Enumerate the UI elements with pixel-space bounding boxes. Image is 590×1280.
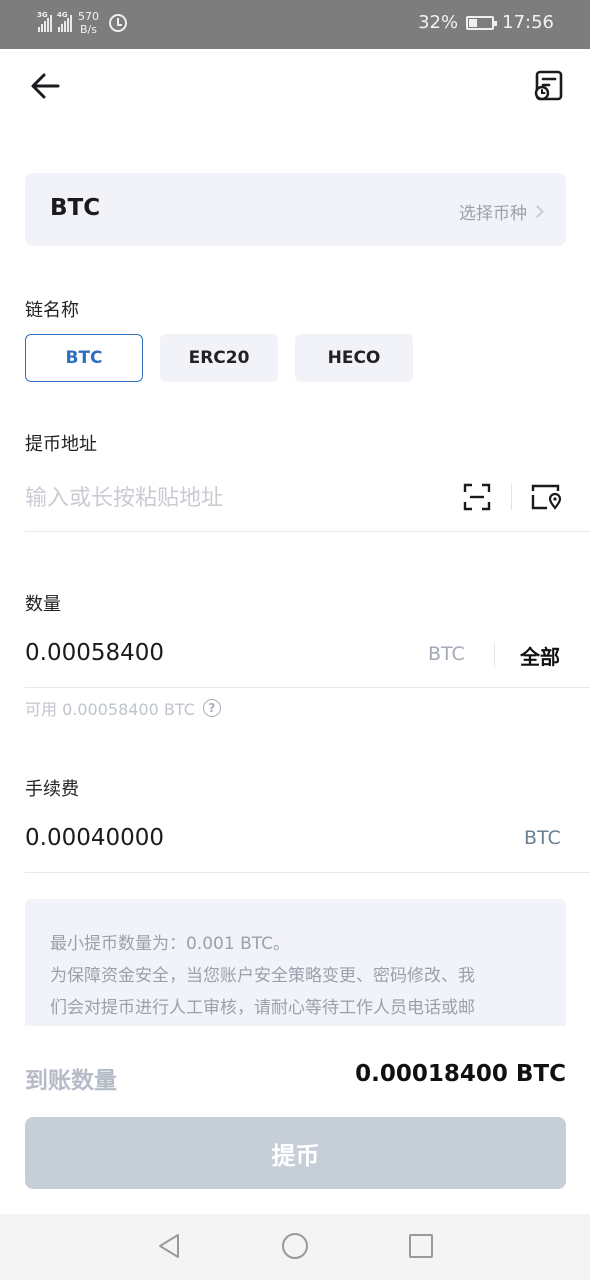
- alarm-icon: [109, 14, 127, 32]
- withdraw-record-icon[interactable]: [528, 66, 568, 106]
- select-coin-label: 选择币种: [459, 204, 527, 224]
- clock-time: 17:56: [502, 12, 554, 33]
- amount-unit: BTC: [428, 643, 465, 665]
- fee-value: 0.00040000: [25, 825, 165, 851]
- available-balance: 可用 0.00058400 BTC ?: [25, 696, 221, 720]
- chain-label: 链名称: [25, 300, 79, 321]
- status-bar: 3G 4G 570 B/s 32% 17:56: [0, 0, 590, 49]
- fee-unit: BTC: [524, 827, 561, 849]
- chain-option-erc20[interactable]: ERC20: [160, 334, 278, 382]
- address-label: 提币地址: [25, 434, 97, 455]
- received-value: 0.00018400 BTC: [355, 1061, 566, 1087]
- network-speed: 570 B/s: [78, 10, 99, 36]
- chain-option-btc[interactable]: BTC: [25, 334, 143, 382]
- status-left: 3G 4G 570 B/s: [37, 10, 127, 36]
- fee-label: 手续费: [25, 779, 79, 800]
- nav-back-icon[interactable]: [156, 1232, 182, 1260]
- speed-value: 570: [78, 10, 99, 23]
- fee-underline: [25, 872, 590, 873]
- received-label: 到账数量: [25, 1068, 117, 1094]
- speed-unit: B/s: [80, 23, 97, 36]
- select-coin-link[interactable]: 选择币种: [459, 199, 544, 224]
- address-divider: [511, 484, 512, 510]
- notice-line: 们会对提币进行人工审核，请耐心等待工作人员电话或邮: [50, 998, 475, 1018]
- address-underline: [25, 531, 590, 532]
- help-icon[interactable]: ?: [202, 699, 221, 717]
- all-button[interactable]: 全部: [520, 641, 560, 670]
- withdraw-button[interactable]: 提币: [25, 1117, 566, 1189]
- notice-line: 最小提币数量为：0.001 BTC。: [50, 934, 290, 954]
- available-text: 可用 0.00058400 BTC: [25, 700, 195, 719]
- coin-name: BTC: [50, 195, 101, 221]
- amount-underline: [25, 687, 590, 688]
- network-type-1: 3G: [37, 11, 48, 19]
- signal-icon-2: 4G: [57, 11, 72, 32]
- back-arrow-icon[interactable]: [26, 66, 66, 106]
- amount-divider: [494, 643, 495, 667]
- scan-icon[interactable]: [462, 482, 492, 512]
- nav-recent-icon[interactable]: [409, 1234, 433, 1258]
- signal-icon: 3G: [37, 11, 52, 32]
- nav-home-icon[interactable]: [282, 1233, 308, 1259]
- withdraw-notice: 最小提币数量为：0.001 BTC。 为保障资金安全，当您账户安全策略变更、密码…: [25, 899, 566, 1026]
- chevron-right-icon: [531, 205, 544, 218]
- network-type-2: 4G: [57, 11, 68, 19]
- notice-line: 为保障资金安全，当您账户安全策略变更、密码修改、我: [50, 966, 475, 986]
- battery-icon: [466, 15, 498, 30]
- address-book-icon[interactable]: [530, 482, 564, 512]
- status-right: 32% 17:56: [418, 12, 554, 33]
- chain-option-heco[interactable]: HECO: [295, 334, 413, 382]
- system-nav-bar: [0, 1214, 590, 1280]
- amount-input[interactable]: 0.00058400: [25, 640, 164, 666]
- battery-percent: 32%: [418, 12, 459, 33]
- amount-label: 数量: [25, 594, 61, 615]
- address-input[interactable]: 输入或长按粘贴地址: [25, 480, 223, 512]
- coin-selector[interactable]: BTC 选择币种: [25, 173, 566, 246]
